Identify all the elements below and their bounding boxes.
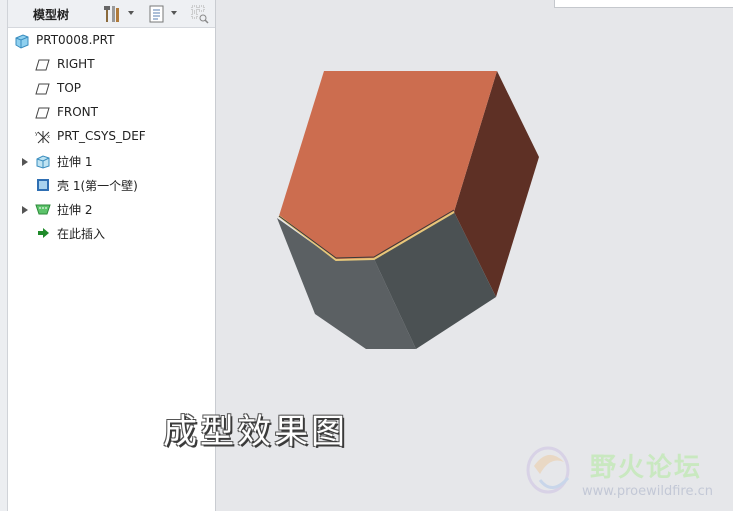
watermark-title: 野火论坛	[590, 453, 703, 483]
tree-item-label: RIGHT	[57, 57, 95, 71]
svg-text:x: x	[47, 134, 50, 140]
datum-plane-icon	[35, 83, 50, 95]
tree-item-part[interactable]: PRT0008.PRT	[8, 30, 215, 54]
tree-settings-icon[interactable]	[101, 3, 123, 25]
left-edge-strip	[0, 0, 8, 511]
svg-text:y: y	[35, 131, 38, 137]
model-tree-toolbar: 模型树	[8, 0, 215, 28]
shell-icon	[37, 179, 49, 191]
coordinate-system-icon: y x	[35, 131, 50, 144]
tree-filter-icon[interactable]	[189, 3, 211, 25]
tree-item-right-plane[interactable]: RIGHT	[8, 54, 215, 78]
datum-plane-icon	[35, 107, 50, 119]
result-caption: 成型效果图	[163, 412, 348, 452]
settings-dropdown-arrow-icon[interactable]	[128, 11, 134, 15]
tree-item-label: TOP	[57, 81, 82, 95]
tree-item-extrude-1[interactable]: 拉伸 1	[8, 150, 215, 174]
show-dropdown-arrow-icon[interactable]	[171, 11, 177, 15]
datum-plane-icon	[35, 59, 50, 71]
tree-item-shell-1[interactable]: 壳 1(第一个壁)	[8, 174, 215, 198]
tree-item-label: PRT_CSYS_DEF	[57, 129, 146, 143]
tree-item-insert-here[interactable]: 在此插入	[8, 222, 215, 246]
tree-item-front-plane[interactable]: FRONT	[8, 102, 215, 126]
tree-item-label: FRONT	[57, 105, 98, 119]
insert-arrow-icon	[38, 228, 49, 238]
tree-item-extrude-2[interactable]: 拉伸 2	[8, 198, 215, 222]
expand-arrow-icon[interactable]	[22, 158, 28, 166]
part-icon	[15, 34, 29, 49]
model-tree-title: 模型树	[33, 8, 70, 22]
tree-item-label: 在此插入	[57, 227, 106, 241]
extrude-icon	[36, 155, 50, 169]
tree-item-top-plane[interactable]: TOP	[8, 78, 215, 102]
tree-item-label: 拉伸 1	[57, 155, 93, 169]
show-list-icon[interactable]	[146, 3, 168, 25]
watermark-url: www.proewildfire.cn	[582, 484, 713, 499]
tree-item-label: PRT0008.PRT	[36, 33, 115, 47]
tree-item-label: 拉伸 2	[57, 203, 93, 217]
extrude-cut-icon	[35, 204, 51, 215]
tree-item-label: 壳 1(第一个壁)	[57, 179, 138, 193]
model-tree: PRT0008.PRT RIGHT TOP FRONT y x PRT_CSYS…	[8, 30, 215, 246]
expand-arrow-icon[interactable]	[22, 206, 28, 214]
tree-item-csys[interactable]: y x PRT_CSYS_DEF	[8, 126, 215, 150]
